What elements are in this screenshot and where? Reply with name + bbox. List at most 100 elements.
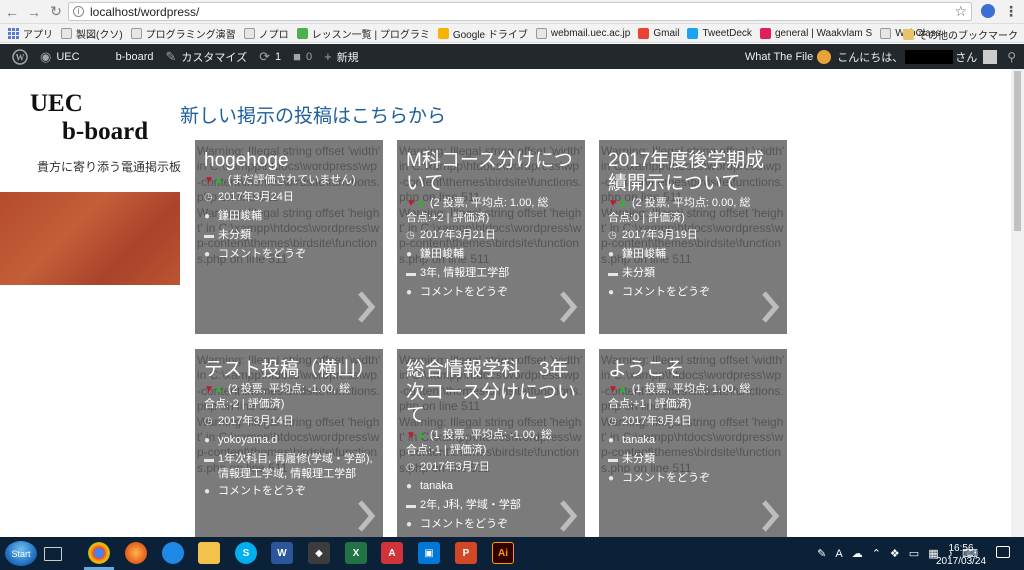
bookmark-item[interactable]: 製図(クソ) [61,26,123,41]
post-category[interactable]: ▬ 3年, 情報理工学部 [406,264,577,283]
greeting-label[interactable]: こんにちは、 [837,49,903,65]
post-category[interactable]: ▬ 未分類 [204,226,375,245]
scrollbar[interactable] [1011,69,1024,537]
wp-logo-icon[interactable]: W [12,48,28,65]
post-comment-link[interactable]: ● コメントをどうぞ [608,469,779,488]
browser-toolbar: ← → ↻ i localhost/wordpress/ ☆ ⋮ [0,0,1024,24]
what-the-file-link[interactable]: What The File [745,51,813,63]
post-card[interactable]: Warning: Illegal string offset 'width' i… [599,349,787,543]
extension-icon[interactable] [981,4,995,18]
chevron-right-icon[interactable] [760,499,780,533]
post-comment-link[interactable]: ● コメントをどうぞ [406,515,577,534]
thumbs-vote-icon[interactable]: ▼▲ [406,196,426,211]
post-title[interactable]: テスト投稿（横山） [204,358,375,381]
new-content-link[interactable]: + 新規 [324,49,359,65]
explorer-icon[interactable] [198,542,220,564]
chevron-right-icon[interactable] [760,290,780,324]
new-post-link[interactable]: 新しい掲示の投稿はこちらから [180,101,446,128]
bookmark-item[interactable]: Gmail [638,27,679,39]
thumbs-vote-icon[interactable]: ▼▲ [608,382,628,397]
post-title[interactable]: ようこそ [608,358,779,381]
bookmark-item[interactable]: レッスン一覧 | プログラミ [296,26,430,41]
skype-icon[interactable]: S [235,542,257,564]
illustrator-icon[interactable]: Ai [492,542,514,564]
search-icon[interactable]: ⚲ [1007,50,1016,64]
task-view-icon[interactable] [44,547,62,561]
start-button[interactable]: Start [5,541,37,566]
bookmark-star-icon[interactable]: ☆ [954,3,967,20]
post-title[interactable]: M科コース分けについて [406,149,577,195]
chevron-right-icon[interactable] [558,499,578,533]
git-icon[interactable]: ◆ [308,542,330,564]
customize-link[interactable]: ✎ カスタマイズ [166,49,248,65]
site-title[interactable]: UEC b-board [30,90,148,146]
back-icon[interactable]: ← [2,2,22,22]
bookmark-item[interactable]: webmail.uec.ac.jp [535,27,630,39]
bookmark-item[interactable]: プログラミング演習 [130,26,236,41]
post-title[interactable]: 2017年度後学期成績開示について [608,149,779,195]
post-comment-link[interactable]: ● コメントをどうぞ [204,245,375,264]
post-comment-link[interactable]: ● コメントをどうぞ [406,283,577,302]
tray-apps-icon[interactable]: ☁ [852,547,863,560]
post-author[interactable]: ● 鎌田峻輔 [608,245,779,264]
site-menu[interactable]: ◉ UEC [40,49,80,65]
bookmark-item[interactable]: general | Waakvlam S [759,27,872,39]
address-bar[interactable]: i localhost/wordpress/ ☆ [68,2,972,21]
clock[interactable]: 16:56 2017/03/24 [936,542,986,568]
post-author[interactable]: ● 鎌田峻輔 [204,207,375,226]
chevron-right-icon[interactable] [356,290,376,324]
post-title[interactable]: hogehoge [204,149,375,172]
url-text[interactable]: localhost/wordpress/ [90,5,199,19]
avatar[interactable] [983,49,998,64]
thumbs-vote-icon[interactable]: ▼▲ [406,428,426,443]
ime-indicator[interactable]: A [835,548,842,560]
store-icon[interactable]: ▣ [418,542,440,564]
post-author[interactable]: ● tanaka [406,477,577,496]
browser-menu-icon[interactable]: ⋮ [1004,3,1018,20]
chevron-up-icon[interactable]: ⌃ [872,547,881,560]
thumbs-vote-icon[interactable]: ▼▲ [608,196,628,211]
updates-link[interactable]: ⟳ 1 [259,49,281,65]
bookmark-item[interactable]: ノプロ [243,26,289,41]
bookmark-item[interactable]: アプリ [8,26,53,41]
chrome-icon[interactable] [88,542,110,564]
post-title[interactable]: 総合情報学科 3年次コース分けについて [406,358,577,427]
reload-icon[interactable]: ↻ [46,2,66,22]
pen-icon[interactable]: ✎ [817,547,826,560]
thumbs-vote-icon[interactable]: ▼▲ [204,173,224,188]
bookmark-item[interactable]: Google ドライブ [437,26,528,41]
post-card[interactable]: Warning: Illegal string offset 'width' i… [195,349,383,543]
chevron-right-icon[interactable] [356,499,376,533]
post-author[interactable]: ● 鎌田峻輔 [406,245,577,264]
post-comment-link[interactable]: ● コメントをどうぞ [608,283,779,302]
acrobat-icon[interactable]: A [381,542,403,564]
post-category[interactable]: ▬ 2年, J科, 学域・学部 [406,496,577,515]
board-link[interactable]: b-board [116,51,154,63]
forward-icon[interactable]: → [24,2,44,22]
post-card[interactable]: Warning: Illegal string offset 'width' i… [195,140,383,334]
notifications-icon[interactable] [996,546,1010,558]
excel-icon[interactable]: X [345,542,367,564]
powerpoint-icon[interactable]: P [455,542,477,564]
post-comment-link[interactable]: ● コメントをどうぞ [204,482,375,501]
post-category[interactable]: ▬ 未分類 [608,450,779,469]
post-card[interactable]: Warning: Illegal string offset 'width' i… [599,140,787,334]
chevron-right-icon[interactable] [558,290,578,324]
post-author[interactable]: ● tanaka [608,431,779,450]
battery-icon[interactable]: ▭ [909,547,919,560]
other-bookmarks[interactable]: その他のブックマーク [903,27,1018,42]
dropbox-icon[interactable]: ❖ [890,547,900,560]
post-author[interactable]: ● yokoyama.d [204,431,375,450]
post-category[interactable]: ▬ 1年次科目, 再履修(学域・学部), 情報理工学域, 情報理工学部 [204,450,375,482]
word-icon[interactable]: W [271,542,293,564]
post-category[interactable]: ▬ 未分類 [608,264,779,283]
info-icon[interactable]: i [73,6,84,17]
bookmark-item[interactable]: TweetDeck [687,27,752,39]
comments-link[interactable]: ■ 0 [293,49,312,64]
thumbs-vote-icon[interactable]: ▼▲ [204,382,224,397]
thunderbird-icon[interactable] [162,542,184,564]
post-card[interactable]: Warning: Illegal string offset 'width' i… [397,140,585,334]
scrollbar-thumb[interactable] [1014,71,1021,231]
post-card[interactable]: Warning: Illegal string offset 'width' i… [397,349,585,543]
firefox-icon[interactable] [125,542,147,564]
